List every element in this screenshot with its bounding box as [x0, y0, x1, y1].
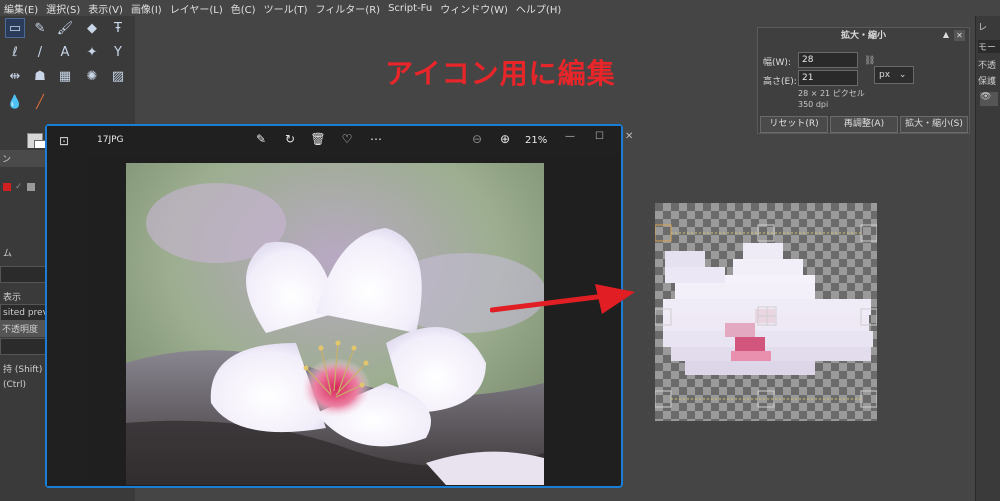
opacity-label: 不透 [978, 61, 997, 71]
check-icon: ✓ [15, 181, 23, 192]
minimize-icon[interactable]: — [565, 131, 575, 142]
menu-color[interactable]: 色(C) [227, 1, 260, 16]
dialog-title: 拡大・縮小 [840, 31, 886, 41]
menu-edit[interactable]: 編集(E) [0, 1, 42, 16]
move-icon[interactable]: ⇹ [5, 66, 25, 86]
tool-options-panel: ン ✓ ム 表示 sited previ 不透明度 持 (Shift) (Ctr… [0, 148, 46, 501]
zoom-level: 21% [525, 135, 548, 146]
menu-image[interactable]: 画像(I) [127, 1, 166, 16]
menu-view[interactable]: 表示(V) [84, 1, 127, 16]
color-swatches-row: ✓ [0, 178, 46, 195]
display-label: 表示 [3, 293, 22, 303]
scale-button[interactable]: 拡大・縮小(S) [900, 116, 968, 133]
menu-script-fu[interactable]: Script-Fu [384, 3, 436, 14]
unit-value: px [879, 70, 891, 80]
window-close-icon[interactable]: ✕ [625, 131, 633, 142]
zoom-out-icon[interactable]: ⊖ [469, 132, 485, 146]
gallery-icon[interactable]: ⊡ [59, 134, 69, 148]
rotate-icon[interactable]: ↻ [282, 132, 298, 146]
fuzzy-select-icon[interactable]: ✦ [82, 42, 102, 62]
scaled-preview [655, 203, 877, 421]
gray-swatch[interactable] [26, 182, 35, 191]
right-dock: レ モー 不透 保護 👁 [975, 16, 1000, 501]
pencil-icon[interactable]: ✎ [30, 18, 50, 38]
width-field[interactable]: 28 [798, 52, 858, 68]
edit-image-icon[interactable]: ✎ [253, 132, 269, 146]
menu-help[interactable]: ヘルプ(H) [512, 1, 565, 16]
color-picker-icon[interactable]: ╱ [30, 92, 50, 112]
photos-toolbar: 17JPG ✎ ↻ 🗑 ♡ ⋯ ⊖ ⊕ 21% — ☐ ✕ [87, 126, 633, 156]
file-name: 17JPG [97, 135, 124, 145]
unit-select[interactable]: px ⌄ [874, 66, 914, 84]
path-icon[interactable]: Y [108, 42, 128, 62]
opacity-option[interactable]: 不透明度 [0, 320, 46, 337]
text-tool-icon[interactable]: Ŧ [108, 18, 128, 38]
more-icon[interactable]: ⋯ [368, 132, 384, 146]
width-label: 幅(W): [763, 58, 791, 68]
rect-select-icon[interactable]: ▭ [5, 18, 25, 38]
grid-icon[interactable]: ▦ [55, 66, 75, 86]
heal-icon[interactable]: ✺ [82, 66, 102, 86]
menu-bar: 編集(E) 選択(S) 表示(V) 画像(I) レイヤー(L) 色(C) ツール… [0, 0, 1000, 16]
paintbrush-icon[interactable]: 🖌 [55, 18, 75, 38]
dpi-info: 350 dpi [798, 100, 829, 109]
protect-label: 保護 [978, 77, 997, 87]
clone-icon[interactable]: ☗ [30, 66, 50, 86]
menu-filters[interactable]: フィルター(R) [312, 1, 385, 16]
menu-tools[interactable]: ツール(T) [260, 1, 312, 16]
mode-select[interactable] [0, 266, 46, 283]
collapse-icon[interactable]: ▲ [943, 30, 949, 39]
delete-icon[interactable]: 🗑 [310, 132, 326, 146]
chain-link-icon[interactable]: ⛓ [864, 56, 875, 66]
height-field[interactable]: 21 [798, 70, 858, 86]
menu-select[interactable]: 選択(S) [42, 1, 84, 16]
lasso-icon[interactable]: ℓ [5, 42, 25, 62]
size-info: 28 × 21 ピクセル [798, 89, 865, 98]
close-icon[interactable]: ✕ [954, 30, 965, 41]
cherry-blossom-photo [126, 163, 544, 485]
text-icon[interactable]: A [55, 42, 75, 62]
reset-button[interactable]: リセット(R) [760, 116, 828, 133]
tab-tool-options[interactable]: ン [0, 150, 46, 167]
red-swatch[interactable] [3, 182, 11, 191]
scale-dialog: 拡大・縮小 ▲ ✕ 幅(W): 28 高さ(E): 21 ⛓ px ⌄ 28 ×… [757, 27, 970, 134]
menu-windows[interactable]: ウィンドウ(W) [436, 1, 512, 16]
composited-preview-option[interactable]: sited previ [0, 304, 46, 321]
smudge-icon[interactable]: 💧 [5, 92, 25, 112]
overlay-title: アイコン用に編集 [385, 57, 616, 90]
menu-layer[interactable]: レイヤー(L) [166, 1, 227, 16]
favorite-icon[interactable]: ♡ [339, 132, 355, 146]
airbrush-icon[interactable]: / [30, 42, 50, 62]
maximize-icon[interactable]: ☐ [595, 131, 604, 142]
chevron-down-icon: ⌄ [898, 70, 907, 80]
eye-icon[interactable]: 👁 [980, 92, 998, 106]
keep-shift-label: 持 (Shift) [3, 365, 43, 375]
photos-sidebar: ⊡ [47, 126, 87, 486]
gradient-icon[interactable]: ▨ [108, 66, 128, 86]
readjust-button[interactable]: 再調整(A) [830, 116, 898, 133]
bucket-fill-icon[interactable]: ◆ [82, 18, 102, 38]
mode-label: ム [3, 249, 13, 259]
zoom-in-icon[interactable]: ⊕ [497, 132, 513, 146]
height-label: 高さ(E): [763, 77, 797, 87]
layers-tab[interactable]: レ [978, 20, 987, 33]
ctrl-label: (Ctrl) [3, 379, 27, 390]
mode-field[interactable]: モー [978, 40, 1000, 53]
opacity-field[interactable] [0, 338, 46, 355]
red-arrow [490, 284, 635, 314]
